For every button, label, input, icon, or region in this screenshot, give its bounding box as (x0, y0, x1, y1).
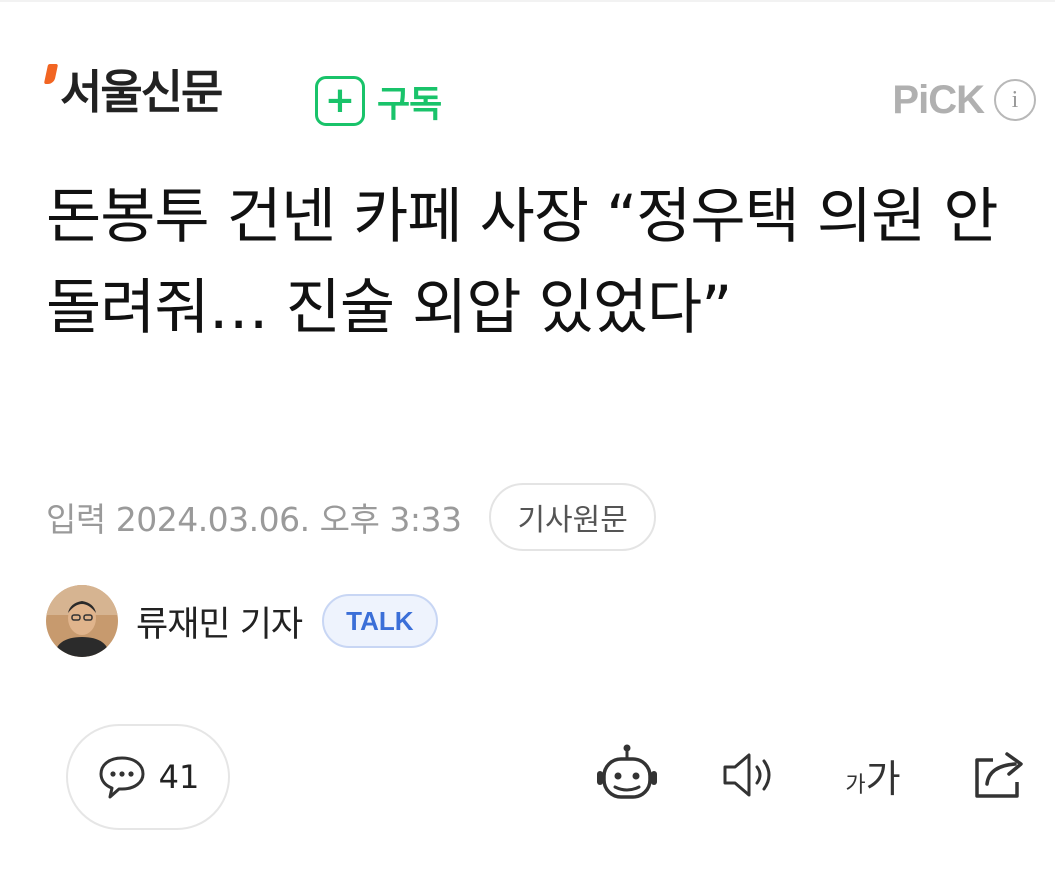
font-size-small: 가 (845, 772, 866, 798)
speaker-icon (723, 753, 771, 797)
subscribe-label: 구독 (377, 84, 442, 125)
top-divider (0, 0, 1055, 2)
font-size-icon: 가 가 (845, 748, 900, 803)
press-logo-text: 서울신문 (60, 65, 223, 119)
font-size-button[interactable]: 가 가 (836, 740, 910, 810)
plus-icon: + (315, 76, 365, 126)
press-logo[interactable]: 서울신문 (43, 60, 223, 132)
ai-bot-icon (597, 744, 657, 799)
article-meta: 입력 2024.03.06. 오후 3:33 기사원문 (46, 482, 656, 552)
avatar[interactable] (46, 585, 118, 657)
comment-button[interactable]: 41 (66, 724, 230, 830)
press-header: 서울신문 + 구독 PiCK i (43, 60, 1036, 132)
info-icon[interactable]: i (994, 79, 1036, 121)
comment-count: 41 (158, 758, 200, 796)
talk-label: TALK (346, 605, 414, 636)
ai-summary-button[interactable] (592, 740, 662, 810)
subscribe-button[interactable]: + 구독 (315, 74, 442, 128)
reporter-photo (46, 585, 118, 657)
original-article-label: 기사원문 (517, 503, 628, 538)
share-button[interactable] (966, 740, 1032, 810)
read-aloud-button[interactable] (718, 740, 782, 810)
font-size-big: 가 (865, 756, 901, 801)
share-icon (975, 752, 1023, 798)
original-article-button[interactable]: 기사원문 (489, 483, 656, 551)
publish-date: 입력 2024.03.06. 오후 3:33 (46, 500, 462, 539)
logo-mark (43, 64, 59, 84)
comment-icon (99, 756, 145, 799)
pick-label: PiCK (892, 77, 985, 122)
reporter-info: 류재민 기자 TALK (46, 585, 438, 657)
reporter-name[interactable]: 류재민 기자 (136, 596, 303, 647)
pick-badge: PiCK i (892, 76, 1036, 124)
article-headline: 돈봉투 건넨 카페 사장 “정우택 의원 안 돌려줘… 진술 외압 있었다” (46, 182, 999, 343)
talk-button[interactable]: TALK (322, 594, 438, 648)
